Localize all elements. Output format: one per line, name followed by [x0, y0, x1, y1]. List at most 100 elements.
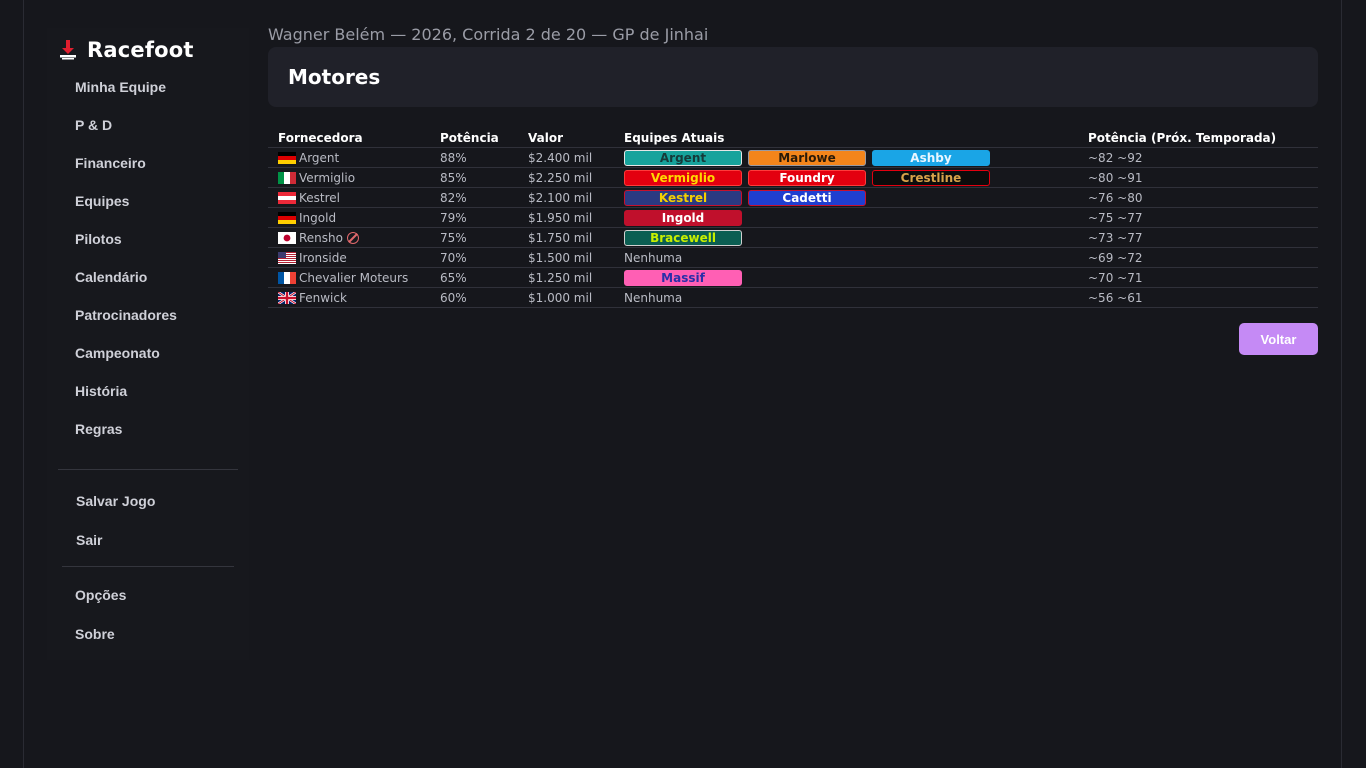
- supplier-name: Ironside: [299, 250, 347, 265]
- supplier-name: Vermiglio: [299, 170, 356, 185]
- sidebar-item-opcoes[interactable]: Opções: [75, 585, 126, 624]
- supplier-cell: Ironside: [268, 247, 440, 268]
- supplier-name: Chevalier Moteurs: [299, 270, 409, 285]
- flag-us-icon: [278, 251, 296, 264]
- page-subtitle: Wagner Belém — 2026, Corrida 2 de 20 — G…: [268, 25, 709, 44]
- next-power-cell: ~56 ~61: [1088, 287, 1318, 308]
- racefoot-logo-icon: [60, 40, 76, 60]
- teams-cell: Vermiglio Foundry Crestline: [624, 167, 1088, 188]
- power-cell: 79%: [440, 207, 528, 228]
- team-badge[interactable]: Crestline: [872, 169, 990, 186]
- power-cell: 60%: [440, 287, 528, 308]
- sidebar-divider: [58, 469, 238, 470]
- flag-gb-icon: [278, 291, 296, 304]
- sidebar-item-calendario[interactable]: Calendário: [75, 265, 177, 303]
- table-row: Fenwick 60% $1.000 mil Nenhuma ~56 ~61: [268, 287, 1318, 308]
- next-power-cell: ~70 ~71: [1088, 267, 1318, 288]
- team-badge[interactable]: Bracewell: [624, 229, 742, 246]
- value-cell: $2.400 mil: [528, 147, 624, 168]
- sidebar-item-patrocinadores[interactable]: Patrocinadores: [75, 303, 177, 341]
- flag-de-icon: [278, 151, 296, 164]
- column-header-value: Valor: [528, 128, 624, 148]
- next-power-cell: ~82 ~92: [1088, 147, 1318, 168]
- supplier-cell: Ingold: [268, 207, 440, 228]
- sidebar-item-p-d[interactable]: P & D: [75, 113, 177, 151]
- frame-border-right: [1341, 0, 1342, 768]
- power-cell: 75%: [440, 227, 528, 248]
- column-header-power: Potência: [440, 128, 528, 148]
- sidebar-item-salvar-jogo[interactable]: Salvar Jogo: [76, 491, 155, 530]
- frame-border-left: [23, 0, 24, 768]
- sidebar-item-regras[interactable]: Regras: [75, 417, 177, 455]
- power-cell: 82%: [440, 187, 528, 208]
- flag-de-icon: [278, 211, 296, 224]
- brand-title: Racefoot: [87, 38, 194, 62]
- team-badge[interactable]: Vermiglio: [624, 169, 742, 186]
- sidebar-divider: [62, 566, 234, 567]
- power-cell: 85%: [440, 167, 528, 188]
- value-cell: $1.250 mil: [528, 267, 624, 288]
- table-row: Chevalier Moteurs 65% $1.250 mil Massif ~70 …: [268, 267, 1318, 288]
- column-header-next-power: Potência (Próx. Temporada): [1088, 128, 1318, 148]
- supplier-name: Kestrel: [299, 190, 340, 205]
- supplier-name: Argent: [299, 150, 340, 165]
- power-cell: 65%: [440, 267, 528, 288]
- teams-cell: Argent Marlowe Ashby: [624, 147, 1088, 168]
- teams-cell: Ingold: [624, 207, 1088, 228]
- table-row: Rensho 75% $1.750 mil Bracewell ~73 ~77: [268, 227, 1318, 248]
- table-row: Kestrel 82% $2.100 mil Kestrel Cadetti ~76 ~8…: [268, 187, 1318, 208]
- team-badge[interactable]: Kestrel: [624, 189, 742, 206]
- teams-cell: Nenhuma: [624, 247, 1088, 268]
- table-row: Ingold 79% $1.950 mil Ingold ~75 ~77: [268, 207, 1318, 228]
- supplier-cell: Chevalier Moteurs: [268, 267, 440, 288]
- team-badge[interactable]: Argent: [624, 149, 742, 166]
- supplier-cell: Vermiglio: [268, 167, 440, 188]
- sidebar-item-financeiro[interactable]: Financeiro: [75, 151, 177, 189]
- sidebar-nav: Minha Equipe P & D Financeiro Equipes Piloto…: [75, 75, 177, 455]
- sidebar-item-equipes[interactable]: Equipes: [75, 189, 177, 227]
- sidebar-item-campeonato[interactable]: Campeonato: [75, 341, 177, 379]
- no-teams-label: Nenhuma: [624, 290, 683, 305]
- next-power-cell: ~69 ~72: [1088, 247, 1318, 268]
- teams-cell: Bracewell: [624, 227, 1088, 248]
- table-row: Argent 88% $2.400 mil Argent Marlowe Ashby ~82…: [268, 147, 1318, 168]
- next-power-cell: ~73 ~77: [1088, 227, 1318, 248]
- supplier-cell: Kestrel: [268, 187, 440, 208]
- team-badge[interactable]: Ingold: [624, 209, 742, 226]
- engines-table: Fornecedora Potência Valor Equipes Atuai…: [268, 128, 1318, 308]
- flag-fr-icon: [278, 271, 296, 284]
- team-badge[interactable]: Massif: [624, 269, 742, 286]
- flag-at-icon: [278, 191, 296, 204]
- value-cell: $1.750 mil: [528, 227, 624, 248]
- supplier-name: Rensho: [299, 230, 343, 245]
- team-badge[interactable]: Cadetti: [748, 189, 866, 206]
- supplier-cell: Rensho: [268, 227, 440, 248]
- teams-cell: Kestrel Cadetti: [624, 187, 1088, 208]
- value-cell: $2.250 mil: [528, 167, 624, 188]
- title-card: Motores: [268, 47, 1318, 107]
- flag-jp-icon: [278, 231, 296, 244]
- value-cell: $1.500 mil: [528, 247, 624, 268]
- flag-it-icon: [278, 171, 296, 184]
- supplier-cell: Argent: [268, 147, 440, 168]
- sidebar-item-sair[interactable]: Sair: [76, 530, 155, 569]
- sidebar: Racefoot Minha Equipe P & D Financeiro Equi…: [47, 28, 249, 660]
- supplier-name: Fenwick: [299, 290, 347, 305]
- brand[interactable]: Racefoot: [59, 36, 194, 64]
- column-header-supplier: Fornecedora: [268, 128, 440, 148]
- supplier-name: Ingold: [299, 210, 337, 225]
- teams-cell: Nenhuma: [624, 287, 1088, 308]
- supplier-cell: Fenwick: [268, 287, 440, 308]
- team-badge[interactable]: Marlowe: [748, 149, 866, 166]
- team-badge[interactable]: Foundry: [748, 169, 866, 186]
- sidebar-item-minha-equipe[interactable]: Minha Equipe: [75, 75, 177, 113]
- sidebar-item-sobre[interactable]: Sobre: [75, 624, 126, 663]
- column-header-teams: Equipes Atuais: [624, 128, 1088, 148]
- next-power-cell: ~75 ~77: [1088, 207, 1318, 228]
- back-button[interactable]: Voltar: [1239, 323, 1318, 355]
- sidebar-item-historia[interactable]: História: [75, 379, 177, 417]
- value-cell: $1.950 mil: [528, 207, 624, 228]
- sidebar-item-pilotos[interactable]: Pilotos: [75, 227, 177, 265]
- value-cell: $1.000 mil: [528, 287, 624, 308]
- team-badge[interactable]: Ashby: [872, 149, 990, 166]
